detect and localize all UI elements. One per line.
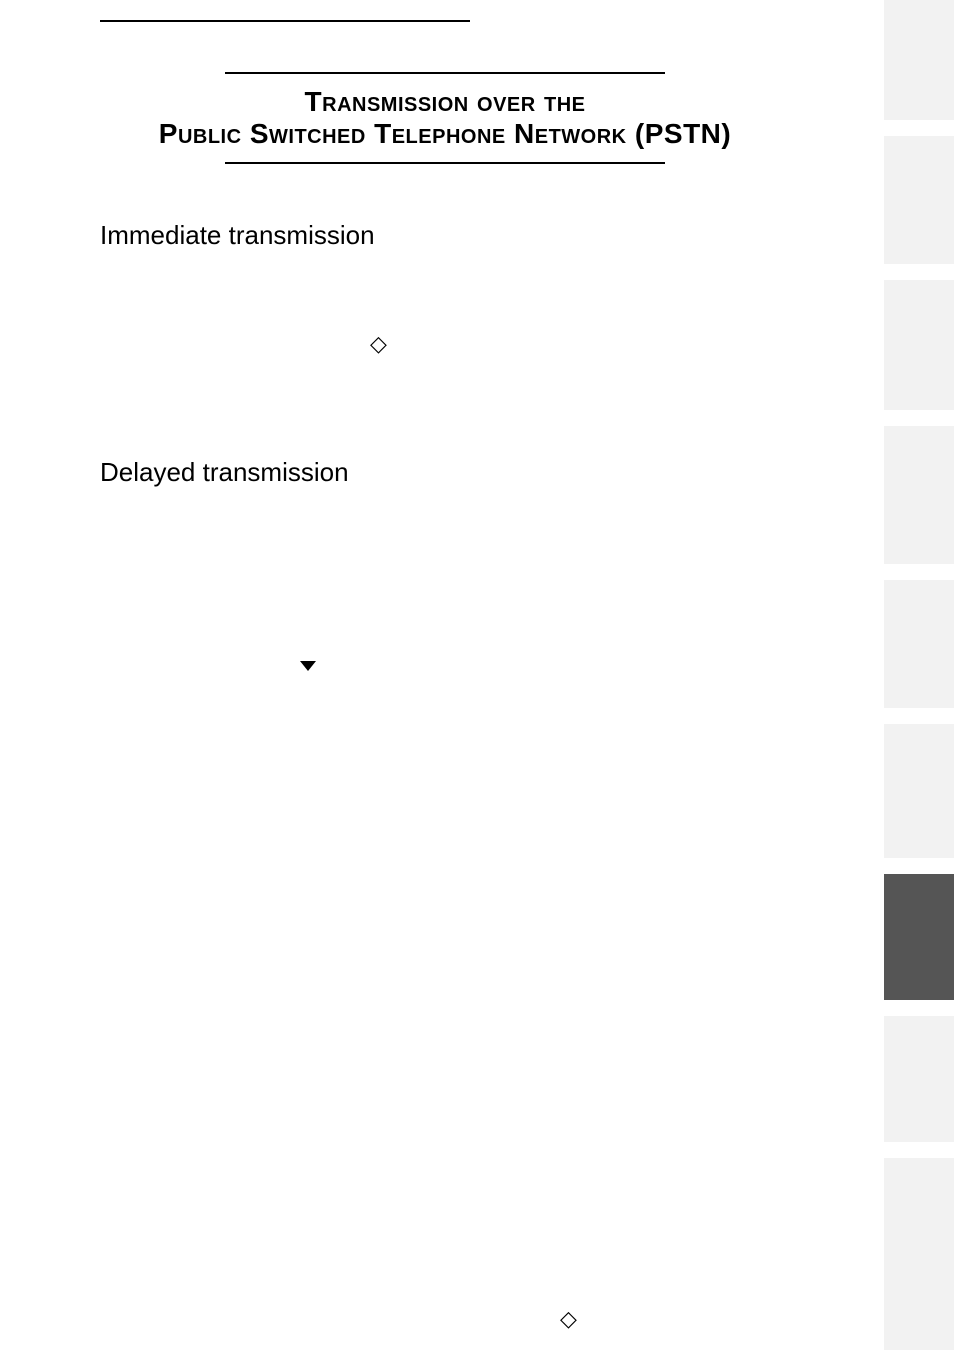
heading-delayed-transmission: Delayed transmission (100, 457, 790, 488)
side-tab (884, 1016, 954, 1142)
tab-gap (884, 264, 954, 280)
title-block: Transmission over the Public Switched Te… (100, 72, 790, 164)
tab-gap (884, 564, 954, 580)
side-tab (884, 874, 954, 1000)
caret-down-icon (300, 658, 316, 676)
side-tab (884, 580, 954, 708)
diamond-icon: ◇ (560, 1306, 577, 1332)
heading-immediate-transmission: Immediate transmission (100, 220, 790, 251)
tab-gap (884, 858, 954, 874)
side-tab (884, 280, 954, 410)
side-tab (884, 426, 954, 564)
title-line-1: Transmission over the (100, 86, 790, 118)
side-tab (884, 1158, 954, 1350)
diamond-icon: ◇ (370, 331, 387, 357)
title-bottom-rule (225, 162, 665, 164)
tab-gap (884, 1142, 954, 1158)
side-tab (884, 724, 954, 858)
tab-gap (884, 410, 954, 426)
side-tabs (884, 0, 954, 1350)
tab-gap (884, 1000, 954, 1016)
side-tab (884, 136, 954, 264)
tab-gap (884, 120, 954, 136)
top-horizontal-rule (100, 20, 470, 22)
tab-gap (884, 708, 954, 724)
title-top-rule (225, 72, 665, 74)
title-line-2: Public Switched Telephone Network (PSTN) (100, 118, 790, 150)
side-tab (884, 0, 954, 120)
